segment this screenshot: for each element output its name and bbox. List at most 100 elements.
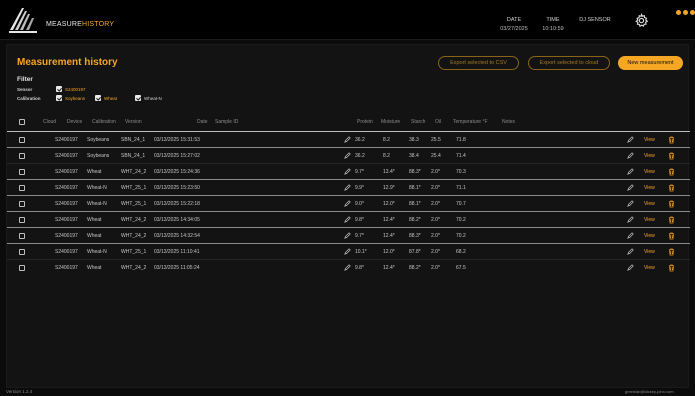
- trash-icon[interactable]: [668, 168, 675, 176]
- pencil-icon[interactable]: [627, 152, 634, 159]
- view-link[interactable]: View: [644, 233, 655, 239]
- trash-icon[interactable]: [668, 200, 675, 208]
- col-device[interactable]: Device: [67, 119, 82, 125]
- row-checkbox[interactable]: [19, 265, 25, 271]
- view-link[interactable]: View: [644, 201, 655, 207]
- pencil-icon[interactable]: [627, 264, 634, 271]
- view-link[interactable]: View: [644, 249, 655, 255]
- pencil-icon[interactable]: [627, 168, 634, 175]
- view-link[interactable]: View: [644, 137, 655, 143]
- pencil-icon[interactable]: [627, 232, 634, 239]
- window-controls[interactable]: [676, 10, 695, 16]
- pencil-icon[interactable]: [344, 248, 351, 255]
- pencil-icon[interactable]: [344, 264, 351, 271]
- row-checkbox[interactable]: [19, 137, 25, 143]
- view-link[interactable]: View: [644, 153, 655, 159]
- col-cloud[interactable]: Cloud: [43, 119, 56, 125]
- col-date[interactable]: Date: [197, 119, 208, 125]
- cell-starch: 38.4: [409, 153, 419, 159]
- pencil-icon[interactable]: [344, 152, 351, 159]
- pencil-icon[interactable]: [344, 232, 351, 239]
- view-link[interactable]: View: [644, 185, 655, 191]
- pencil-icon[interactable]: [627, 248, 634, 255]
- calibration-option-soybeans: Soybeans: [65, 96, 86, 101]
- col-calibration[interactable]: Calibration: [92, 119, 116, 125]
- date-display: DATE 03/27/2025: [496, 16, 532, 34]
- row-checkbox[interactable]: [19, 185, 25, 191]
- window-dot[interactable]: [683, 10, 688, 15]
- cell-temperature: 70.7: [456, 201, 466, 207]
- trash-icon[interactable]: [668, 232, 675, 240]
- cell-version: WHT_25_1: [121, 201, 147, 207]
- trash-icon[interactable]: [668, 136, 675, 144]
- table-row[interactable]: S2400197 Wheat-N WHT_25_1 03/13/2025 11:10:…: [7, 243, 690, 259]
- new-measurement-button[interactable]: New measurement: [618, 56, 683, 70]
- calibration-checkbox-wheat-n[interactable]: [135, 95, 141, 101]
- export-csv-button[interactable]: Export selected to CSV: [438, 56, 519, 70]
- view-link[interactable]: View: [644, 265, 655, 271]
- filter-sensor-value: S2400197: [65, 87, 86, 92]
- col-notes[interactable]: Notes: [502, 119, 515, 125]
- cell-version: WHT_25_1: [121, 249, 147, 255]
- table-row[interactable]: S2400197 Wheat WHT_24_2 03/13/2025 14:34:05…: [7, 211, 690, 227]
- table-row[interactable]: S2400197 Wheat-N WHT_25_1 03/13/2025 15:23:…: [7, 179, 690, 195]
- cell-moisture: 8.2: [383, 153, 390, 159]
- trash-icon[interactable]: [668, 248, 675, 256]
- col-protein[interactable]: Protein: [357, 119, 373, 125]
- table-row[interactable]: S2400197 Soybeans SBN_24_1 03/13/2025 15:27…: [7, 147, 690, 163]
- row-checkbox[interactable]: [19, 249, 25, 255]
- calibration-checkbox-wheat[interactable]: [95, 95, 101, 101]
- view-link[interactable]: View: [644, 169, 655, 175]
- col-temperature[interactable]: Temperature °F: [453, 119, 488, 125]
- pencil-icon[interactable]: [627, 136, 634, 143]
- trash-icon[interactable]: [668, 152, 675, 160]
- cell-version: SBN_24_1: [121, 153, 146, 159]
- trash-icon[interactable]: [668, 264, 675, 272]
- col-starch[interactable]: Starch: [411, 119, 425, 125]
- table-row[interactable]: S2400197 Wheat WHT_24_2 03/13/2025 14:32:54…: [7, 227, 690, 243]
- row-checkbox[interactable]: [19, 233, 25, 239]
- row-checkbox[interactable]: [19, 201, 25, 207]
- cell-device: S2400197: [55, 153, 78, 159]
- row-checkbox[interactable]: [19, 153, 25, 159]
- window-dot[interactable]: [690, 10, 695, 15]
- select-all-checkbox[interactable]: [19, 119, 25, 125]
- cell-temperature: 68.2: [456, 249, 466, 255]
- pencil-icon[interactable]: [344, 216, 351, 223]
- calibration-checkbox-soybeans[interactable]: [56, 95, 62, 101]
- pencil-icon[interactable]: [344, 200, 351, 207]
- pencil-icon[interactable]: [627, 184, 634, 191]
- pencil-icon[interactable]: [627, 216, 634, 223]
- table-row[interactable]: S2400197 Wheat WHT_24_2 03/13/2025 15:24:36…: [7, 163, 690, 179]
- pencil-icon[interactable]: [344, 184, 351, 191]
- cell-moisture: 12.4*: [383, 217, 395, 223]
- view-link[interactable]: View: [644, 217, 655, 223]
- table-row[interactable]: S2400197 Wheat WHT_24_2 03/13/2025 11:05:24…: [7, 259, 690, 275]
- cell-calibration: Wheat-N: [87, 185, 107, 191]
- gear-icon[interactable]: [634, 13, 649, 28]
- window-dot[interactable]: [676, 10, 681, 15]
- pencil-icon[interactable]: [344, 168, 351, 175]
- table-row[interactable]: S2400197 Wheat-N WHT_25_1 03/13/2025 15:22:…: [7, 195, 690, 211]
- col-moisture[interactable]: Moisture: [381, 119, 400, 125]
- col-oil[interactable]: Oil: [435, 119, 441, 125]
- export-cloud-button[interactable]: Export selected to cloud: [528, 56, 610, 70]
- cell-calibration: Wheat-N: [87, 249, 107, 255]
- cell-device: S2400197: [55, 265, 78, 271]
- trash-icon[interactable]: [668, 216, 675, 224]
- nav-measure[interactable]: MEASURE: [46, 21, 82, 28]
- col-version[interactable]: Version: [125, 119, 142, 125]
- table-row[interactable]: S2400197 Soybeans SBN_24_1 03/13/2025 15:31…: [7, 131, 690, 147]
- row-checkbox[interactable]: [19, 217, 25, 223]
- sensor-checkbox[interactable]: [56, 86, 62, 92]
- cell-protein: 9.0*: [355, 201, 364, 207]
- pencil-icon[interactable]: [627, 200, 634, 207]
- row-checkbox[interactable]: [19, 169, 25, 175]
- filter-title: Filter: [17, 76, 33, 83]
- cell-oil: 2.0*: [431, 265, 440, 271]
- cell-oil: 25.5: [431, 137, 441, 143]
- pencil-icon[interactable]: [344, 136, 351, 143]
- trash-icon[interactable]: [668, 184, 675, 192]
- nav-history[interactable]: HISTORY: [82, 21, 114, 28]
- col-sample-id[interactable]: Sample ID: [215, 119, 238, 125]
